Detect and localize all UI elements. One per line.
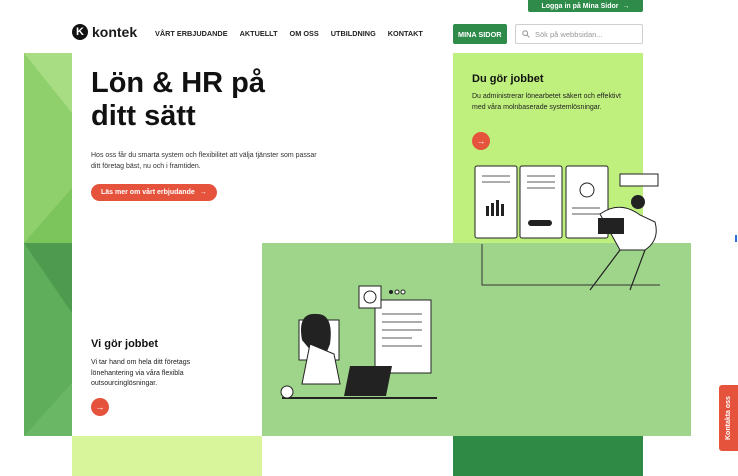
hero-title-line1: Lön & HR på — [91, 67, 265, 99]
system-card-title: Du gör jobbet — [472, 73, 544, 85]
hero-cta-button[interactable]: Läs mer om vårt erbjudande → — [91, 184, 217, 201]
decor-block-bottom-right — [453, 436, 643, 476]
mina-sidor-button[interactable]: MINA SIDOR — [453, 24, 507, 44]
page: SE | EN Logga in på Mina Sidor → K konte… — [0, 0, 738, 476]
system-illustration — [474, 165, 660, 291]
nav-item-om-oss[interactable]: OM OSS — [290, 29, 319, 38]
login-label: Logga in på Mina Sidor — [541, 2, 619, 10]
decor-block-bottom-mid — [262, 436, 453, 476]
outsourcing-title: Vi gör jobbet — [91, 338, 159, 350]
outsourcing-arrow-button[interactable]: → — [91, 398, 109, 416]
nav-item-utbildning[interactable]: UTBILDNING — [331, 29, 376, 38]
arrow-right-icon: → — [476, 136, 486, 146]
nav-item-erbjudande[interactable]: VÅRT ERBJUDANDE — [155, 29, 228, 38]
system-card-description: Du administrerar lönearbetet säkert och … — [472, 93, 621, 111]
outsourcing-description: Vi tar hand om hela ditt företags löneha… — [91, 359, 191, 387]
arrow-right-icon: → — [199, 189, 207, 196]
logo-text: kontek — [92, 24, 138, 40]
scroll-indicator — [735, 235, 737, 242]
arrow-right-icon: → — [95, 402, 105, 412]
hero-title-line2: ditt sätt — [91, 100, 196, 132]
nav-item-kontakt[interactable]: KONTAKT — [388, 29, 423, 38]
decor-block-bottom-left — [72, 436, 262, 476]
main-nav: VÅRT ERBJUDANDE AKTUELLT OM OSS UTBILDNI… — [155, 29, 423, 38]
outsourcing-illustration — [280, 285, 437, 399]
search-field[interactable]: Sök på webbsidan... — [515, 24, 643, 44]
login-arrow-icon: → — [622, 2, 630, 10]
search-placeholder: Sök på webbsidan... — [535, 29, 603, 39]
logo[interactable]: K kontek — [72, 24, 137, 40]
search-icon — [522, 30, 530, 38]
contact-tab[interactable]: Kontakta oss — [719, 385, 738, 451]
hero-cta-label: Läs mer om vårt erbjudande — [101, 189, 195, 196]
system-card-arrow-button[interactable]: → — [472, 132, 490, 150]
hero-description: Hos oss får du smarta system och flexibi… — [91, 152, 317, 170]
logo-mark-icon: K — [72, 24, 88, 40]
hero-title: Lön & HR på ditt sätt — [91, 67, 331, 133]
nav-item-aktuellt[interactable]: AKTUELLT — [240, 29, 278, 38]
login-button[interactable]: Logga in på Mina Sidor → — [528, 0, 643, 12]
